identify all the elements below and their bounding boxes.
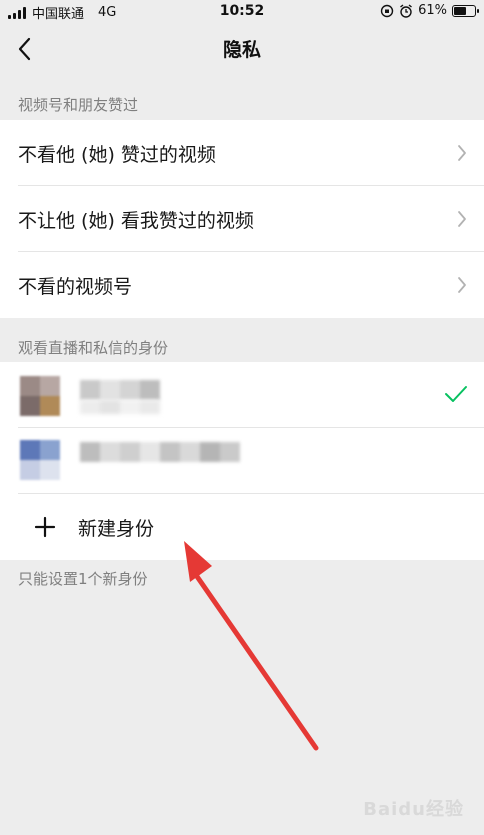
annotation-arrow: [184, 541, 319, 751]
annotation-arrow-head: [184, 541, 212, 582]
annotation-arrow-shaft: [193, 572, 319, 751]
watermark: Baidu经验: [363, 799, 464, 820]
